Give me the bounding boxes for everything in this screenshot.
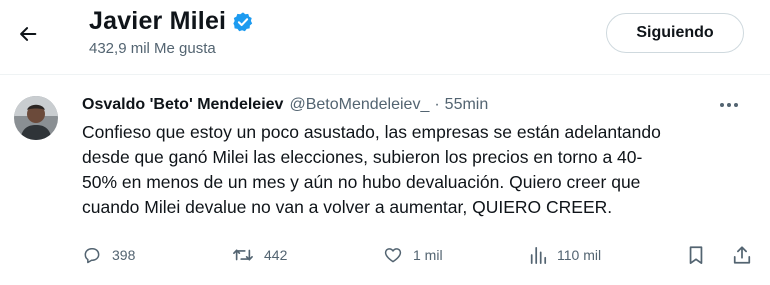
reply-count: 398	[112, 247, 136, 263]
more-options-button[interactable]	[716, 94, 742, 116]
profile-likes-count: 432,9 mil Me gusta	[89, 40, 216, 57]
tweet-text-line: Confieso que estoy un poco asustado, las…	[82, 122, 661, 142]
verified-badge-icon	[232, 11, 254, 33]
avatar[interactable]	[14, 96, 58, 140]
author-handle[interactable]: @BetoMendeleiev_	[289, 96, 429, 114]
separator: ·	[434, 96, 440, 113]
like-button[interactable]: 1 mil	[383, 245, 443, 265]
following-button[interactable]: Siguiendo	[606, 13, 744, 53]
retweet-count: 442	[264, 247, 288, 263]
profile-name: Javier Milei	[89, 7, 227, 35]
heart-icon	[383, 245, 403, 265]
share-button[interactable]	[722, 245, 752, 265]
more-horizontal-icon	[719, 102, 739, 108]
timestamp[interactable]: 55min	[445, 96, 489, 114]
tweet-text: Confieso que estoy un poco asustado, las…	[82, 120, 754, 220]
views-button[interactable]: 110 mil	[529, 245, 601, 265]
author-name[interactable]: Osvaldo 'Beto' Mendeleiev	[82, 96, 283, 114]
tweet-text-line: desde que ganó Milei las elecciones, sub…	[82, 147, 643, 167]
reply-button[interactable]: 398	[82, 245, 135, 265]
retweet-button[interactable]: 442	[232, 245, 287, 265]
share-icon	[732, 245, 752, 265]
back-button[interactable]	[12, 18, 44, 50]
like-count: 1 mil	[413, 247, 443, 263]
tweet-text-line: cuando Milei devalue no van a volver a a…	[82, 197, 613, 217]
tweet-header: Osvaldo 'Beto' Mendeleiev @BetoMendeleie…	[82, 96, 488, 114]
retweet-icon	[232, 245, 254, 265]
views-count: 110 mil	[557, 247, 602, 263]
profile-title: Javier Milei	[89, 7, 254, 36]
profile-header: Javier Milei 432,9 mil Me gusta Siguiend…	[0, 0, 770, 75]
reply-icon	[82, 245, 102, 265]
tweet[interactable]: Osvaldo 'Beto' Mendeleiev @BetoMendeleie…	[0, 76, 770, 285]
arrow-left-icon	[17, 23, 39, 45]
views-icon	[529, 245, 547, 265]
bookmark-icon	[687, 245, 705, 265]
tweet-actions: 398 442 1 mil 110 mil	[0, 241, 770, 271]
tweet-text-line: 50% en menos de un mes y aún no hubo dev…	[82, 172, 641, 192]
bookmark-button[interactable]	[677, 245, 705, 265]
